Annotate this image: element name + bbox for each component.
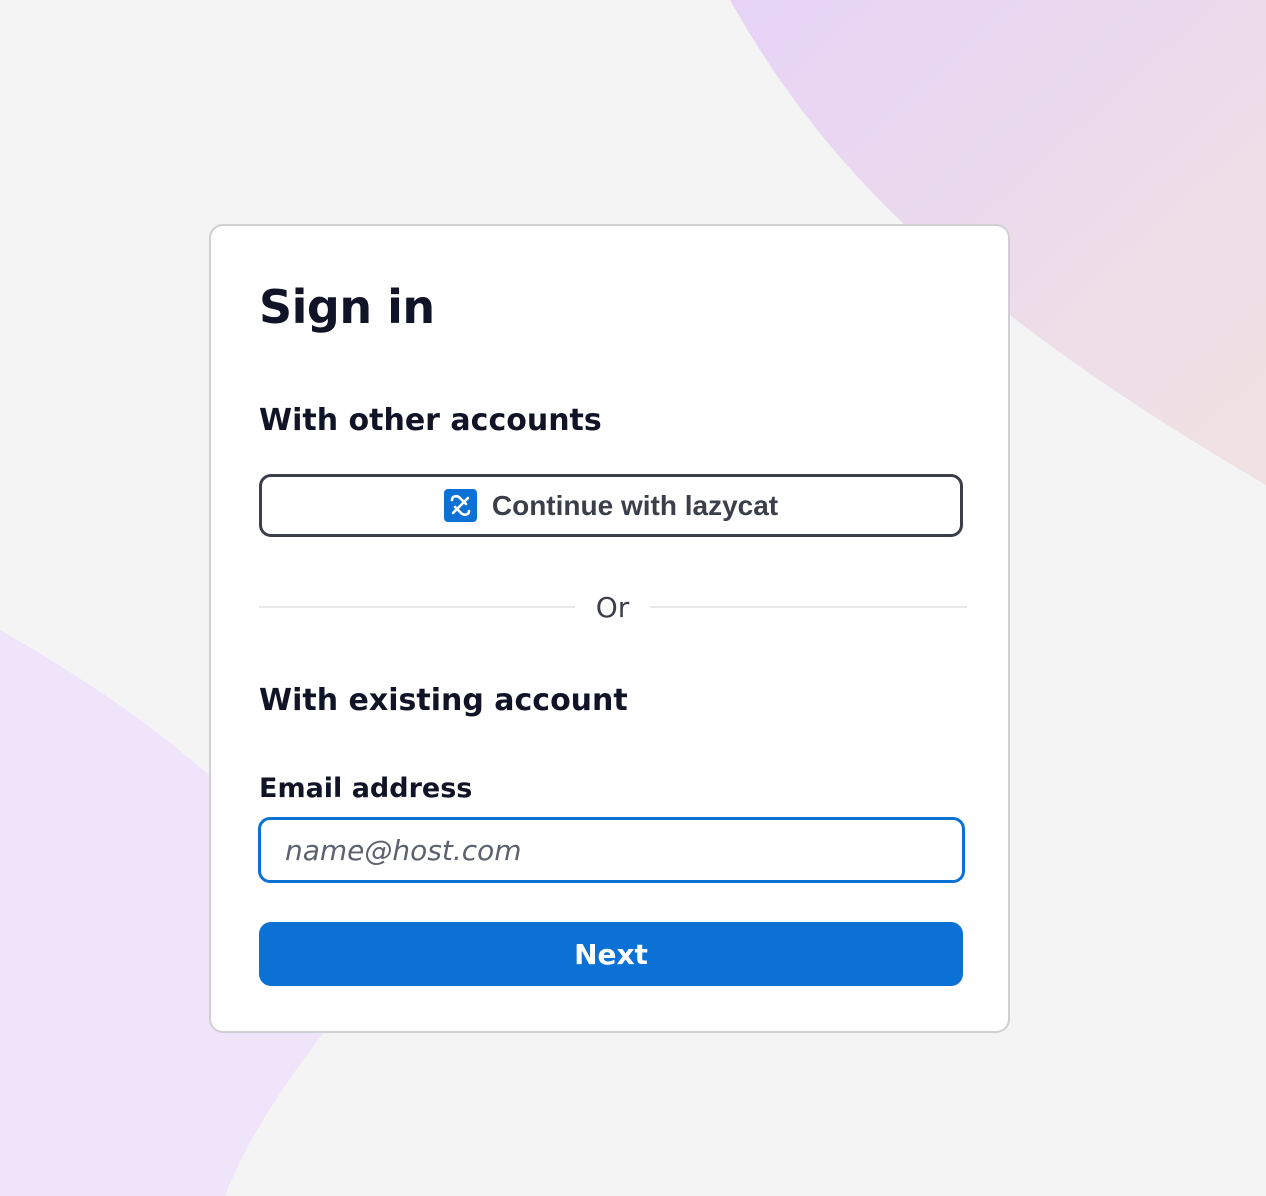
provider-button-label: Continue with lazycat	[491, 489, 779, 521]
other-accounts-heading: With other accounts	[259, 403, 602, 438]
sign-in-card: Sign in With other accounts Continue wit…	[209, 224, 1010, 1033]
divider-line-right	[650, 606, 967, 608]
page-title: Sign in	[259, 280, 435, 334]
lazycat-logo-icon	[443, 489, 477, 522]
or-divider: Or	[259, 588, 967, 628]
divider-text: Or	[595, 591, 630, 624]
existing-account-heading: With existing account	[259, 683, 628, 718]
next-button[interactable]: Next	[259, 922, 963, 986]
sign-in-page: Sign in With other accounts Continue wit…	[0, 0, 1266, 1196]
email-label: Email address	[259, 773, 473, 804]
continue-with-lazycat-button[interactable]: Continue with lazycat	[259, 474, 963, 537]
divider-line-left	[259, 606, 575, 608]
email-field[interactable]	[258, 817, 965, 883]
